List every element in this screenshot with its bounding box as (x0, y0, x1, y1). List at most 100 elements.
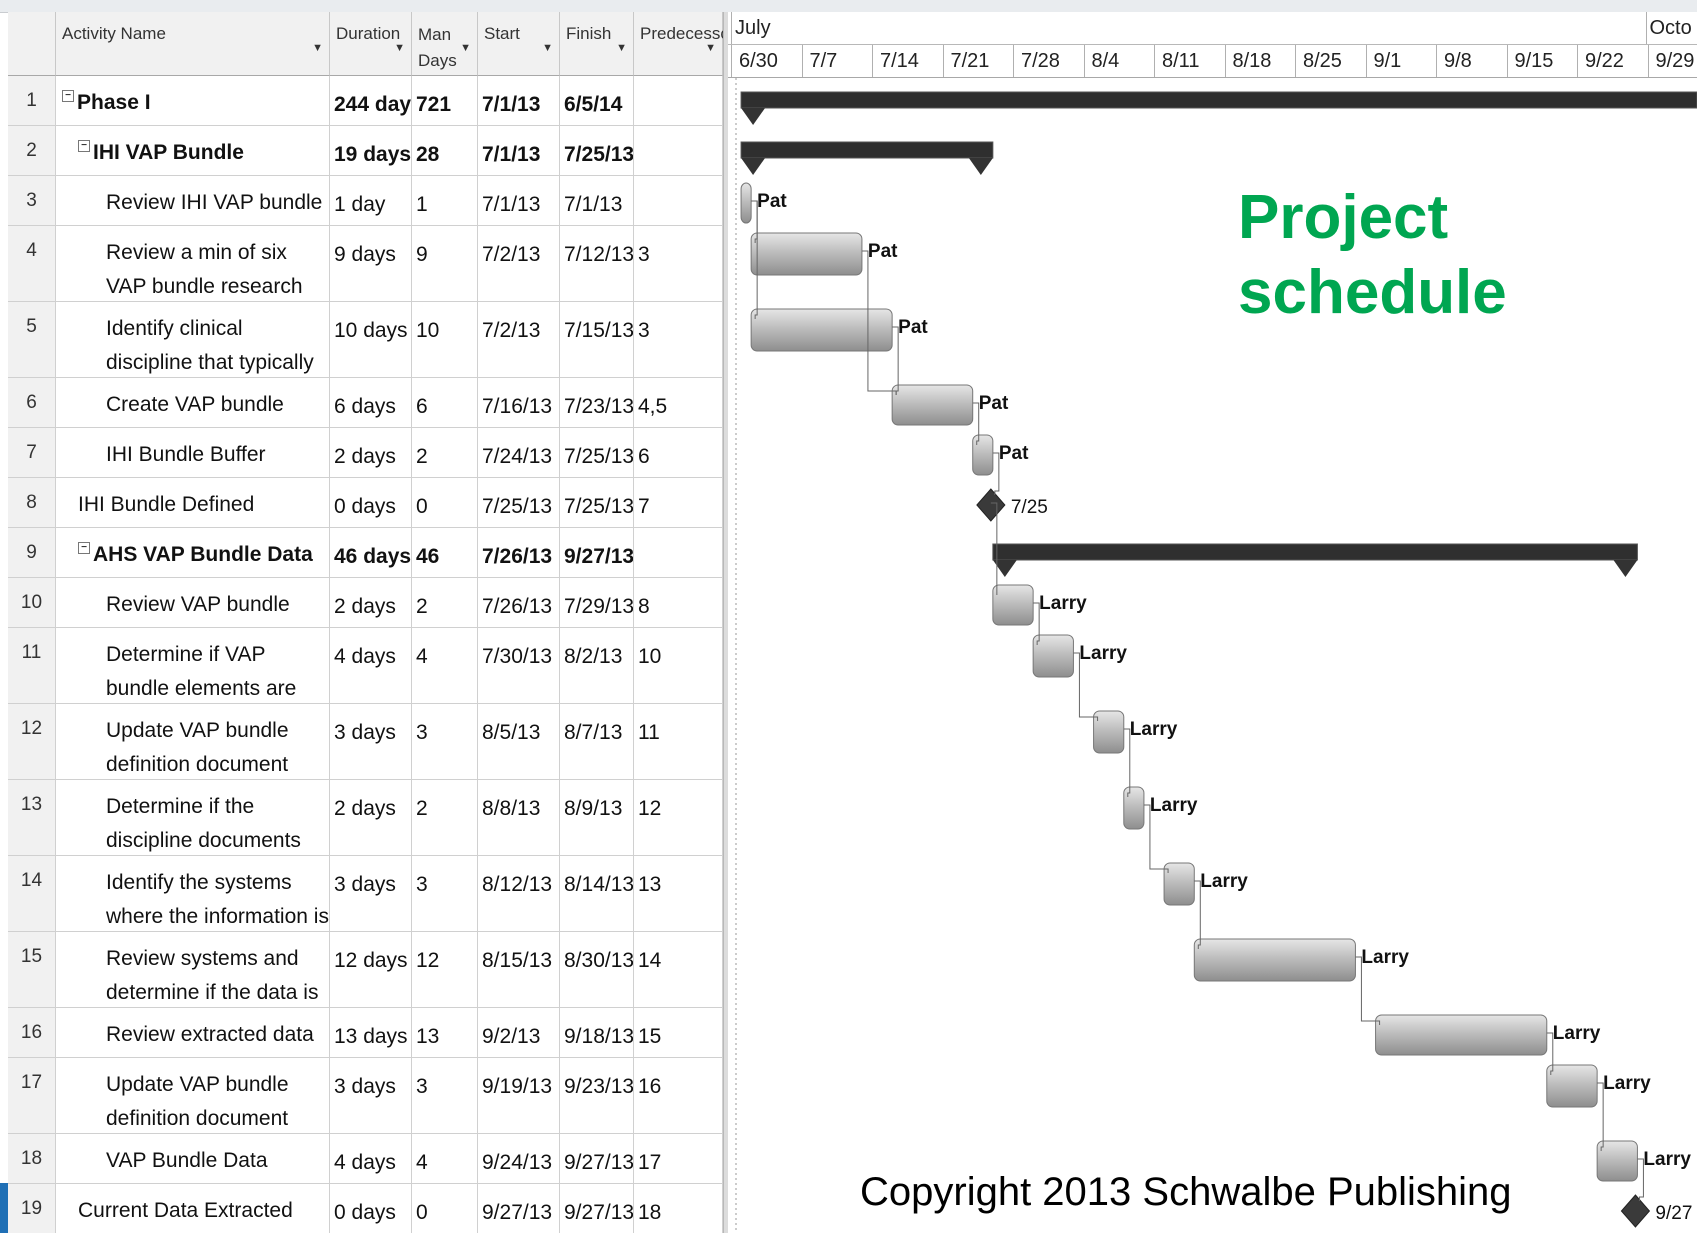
cell-finish: 9/27/13 (560, 1134, 634, 1183)
resource-label: Larry (1130, 719, 1178, 740)
cell-num[interactable]: 7 (8, 428, 56, 477)
cell-duration: 6 days (330, 378, 412, 427)
task-bar (1123, 786, 1145, 830)
project-schedule-window: Activity Name ▼ Duration ▼ Man Days ▼ Start ▼ Fi… (0, 0, 1697, 1233)
cell-finish: 9/23/13 (560, 1058, 634, 1133)
summary-bar (740, 91, 1697, 109)
collapse-toggle-icon[interactable]: − (78, 542, 90, 554)
column-header-num[interactable] (8, 12, 56, 76)
table-row[interactable]: 4 Review a min of six VAP bundle research… (8, 226, 723, 302)
table-row[interactable]: 3Review IHI VAP bundle require1 day17/1/… (8, 176, 723, 226)
table-row[interactable]: 17 Update VAP bundle definition document … (8, 1058, 723, 1134)
table-row[interactable]: 5 Identify clinical discipline that typic… (8, 302, 723, 378)
cell-num[interactable]: 10 (8, 578, 56, 627)
table-row[interactable]: 1−Phase I244 days7217/1/136/5/14 (8, 76, 723, 126)
activity-name-text: IHI VAP Bundle Definitions (93, 141, 244, 164)
table-row[interactable]: 18VAP Bundle Data Sources Buffe4 days49/… (8, 1134, 723, 1184)
cell-num[interactable]: 1 (8, 76, 56, 125)
cell-mandays: 13 (412, 1008, 478, 1057)
filter-dropdown-icon[interactable]: ▼ (394, 42, 405, 54)
cell-num[interactable]: 2 (8, 126, 56, 175)
cell-start: 7/25/13 (478, 478, 560, 527)
task-bar (992, 584, 1034, 626)
filter-dropdown-icon[interactable]: ▼ (616, 42, 627, 54)
table-row[interactable]: 9−AHS VAP Bundle Data Sources46 days467/… (8, 528, 723, 578)
cell-mandays: 721 (412, 76, 478, 125)
cell-duration: 1 day (330, 176, 412, 225)
cell-finish: 7/23/13 (560, 378, 634, 427)
cell-num[interactable]: 13 (8, 780, 56, 855)
cell-duration: 0 days (330, 1184, 412, 1233)
cell-num[interactable]: 4 (8, 226, 56, 301)
cell-num[interactable]: 3 (8, 176, 56, 225)
cell-num[interactable]: 16 (8, 1008, 56, 1057)
cell-finish: 7/15/13 (560, 302, 634, 377)
table-row[interactable]: 11 Determine if VAP bundle elements are c… (8, 628, 723, 704)
cell-num[interactable]: 18 (8, 1134, 56, 1183)
cell-num[interactable]: 12 (8, 704, 56, 779)
table-row[interactable]: 13 Determine if the discipline documents … (8, 780, 723, 856)
cell-pred: 17 (634, 1134, 723, 1183)
cell-start: 8/5/13 (478, 704, 560, 779)
filter-dropdown-icon[interactable]: ▼ (542, 42, 553, 54)
resource-label: Pat (999, 443, 1029, 464)
cell-pred: 6 (634, 428, 723, 477)
cell-num[interactable]: 5 (8, 302, 56, 377)
cell-num[interactable]: 11 (8, 628, 56, 703)
cell-name: Identify the systems where the informati… (56, 856, 330, 931)
filter-dropdown-icon[interactable]: ▼ (312, 42, 323, 54)
column-header-name[interactable]: Activity Name ▼ (56, 12, 330, 76)
column-header-mandays[interactable]: Man Days ▼ (412, 12, 478, 76)
column-header-finish[interactable]: Finish ▼ (560, 12, 634, 76)
cell-num[interactable]: 9 (8, 528, 56, 577)
table-row[interactable]: 19 Current Data Extracted 0 days 0 9/27/13 9/… (8, 1184, 723, 1233)
cell-mandays: 3 (412, 1058, 478, 1133)
resource-label: Pat (868, 241, 898, 262)
summary-bar (740, 141, 994, 159)
table-row[interactable]: 16Review extracted data sets for13 days1… (8, 1008, 723, 1058)
cell-mandays: 10 (412, 302, 478, 377)
cell-start: 7/2/13 (478, 302, 560, 377)
cell-finish: 6/5/14 (560, 76, 634, 125)
milestone-date-label: 7/25 (1011, 497, 1048, 518)
cell-pred (634, 528, 723, 577)
filter-dropdown-icon[interactable]: ▼ (705, 42, 716, 54)
filter-dropdown-icon[interactable]: ▼ (460, 42, 471, 54)
cell-name: Identify clinical discipline that typica… (56, 302, 330, 377)
cell-num[interactable]: 6 (8, 378, 56, 427)
cell-finish: 9/27/13 (560, 1184, 634, 1233)
cell-num[interactable]: 14 (8, 856, 56, 931)
task-table: Activity Name ▼ Duration ▼ Man Days ▼ Start ▼ Fi… (8, 12, 723, 1233)
column-header-start[interactable]: Start ▼ (478, 12, 560, 76)
resource-label: Larry (1553, 1023, 1601, 1044)
summary-bar (992, 543, 1638, 561)
cell-pred: 10 (634, 628, 723, 703)
column-header-duration[interactable]: Duration ▼ (330, 12, 412, 76)
table-row[interactable]: 15 Review systems and determine if the da… (8, 932, 723, 1008)
task-bar (750, 308, 893, 352)
cell-pred (634, 176, 723, 225)
cell-duration: 3 days (330, 856, 412, 931)
collapse-toggle-icon[interactable]: − (78, 140, 90, 152)
task-bar (1163, 862, 1195, 906)
table-row[interactable]: 2−IHI VAP Bundle Definitions19 days287/1… (8, 126, 723, 176)
cell-name: Current Data Extracted (56, 1184, 330, 1233)
table-row[interactable]: 6Create VAP bundle definition c6 days67/… (8, 378, 723, 428)
cell-num[interactable]: 15 (8, 932, 56, 1007)
table-row[interactable]: 12 Update VAP bundle definition document … (8, 704, 723, 780)
table-row[interactable]: 10Review VAP bundle definition2 days27/2… (8, 578, 723, 628)
table-row[interactable]: 7 IHI Bundle Buffer 2 days 2 7/24/13 7/25/13 6 (8, 428, 723, 478)
task-bar (1375, 1014, 1548, 1056)
cell-pred (634, 76, 723, 125)
table-row[interactable]: 14 Identify the systems where the informa… (8, 856, 723, 932)
cell-num[interactable]: 17 (8, 1058, 56, 1133)
cell-mandays: 6 (412, 378, 478, 427)
table-row[interactable]: 8 IHI Bundle Defined 0 days 0 7/25/13 7/25/13… (8, 478, 723, 528)
activity-name-text: Current Data Extracted (78, 1199, 293, 1222)
column-header-pred[interactable]: Predecessors▼ (634, 12, 723, 76)
cell-num[interactable]: 19 (8, 1184, 56, 1233)
cell-pred (634, 126, 723, 175)
cell-num[interactable]: 8 (8, 478, 56, 527)
collapse-toggle-icon[interactable]: − (62, 90, 74, 102)
cell-name: Review a min of six VAP bundle research … (56, 226, 330, 301)
